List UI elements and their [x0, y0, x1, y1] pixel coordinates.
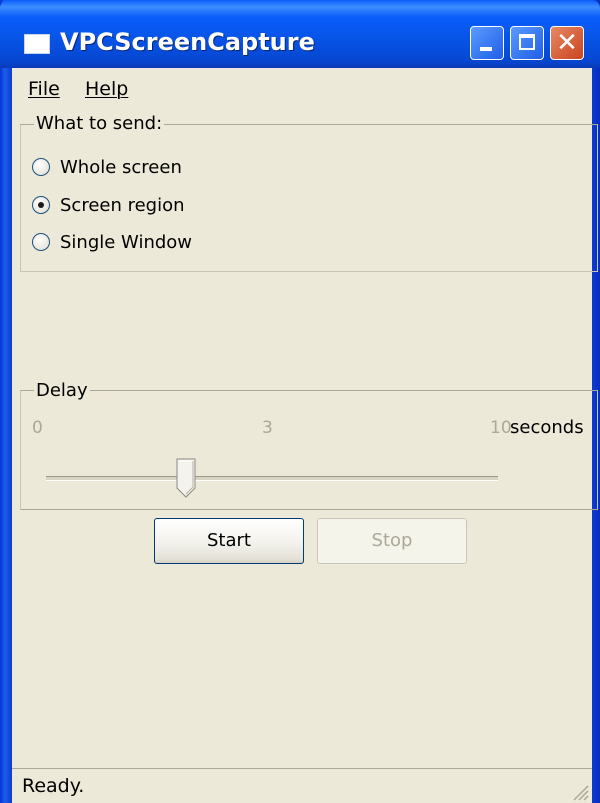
- delay-min-label: 0: [32, 418, 43, 438]
- delay-mid-label: 3: [262, 418, 273, 438]
- radio-whole-screen-label[interactable]: Whole screen: [60, 157, 182, 178]
- close-icon: ✕: [556, 28, 578, 58]
- maximize-icon: [519, 34, 535, 50]
- delay-slider-thumb[interactable]: [176, 458, 196, 498]
- status-text: Ready.: [22, 775, 85, 797]
- resize-grip-icon[interactable]: [568, 780, 590, 802]
- menu-file[interactable]: File: [28, 78, 60, 100]
- window-frame-left: [0, 0, 12, 803]
- delay-slider-track[interactable]: [46, 476, 498, 481]
- radio-single-window-label[interactable]: Single Window: [60, 232, 192, 253]
- delay-max-label: 10: [490, 418, 512, 438]
- minimize-icon: [480, 47, 492, 51]
- window-title: VPCScreenCapture: [60, 28, 315, 56]
- radio-single-window-indicator[interactable]: [32, 233, 50, 251]
- start-button[interactable]: Start: [154, 518, 304, 564]
- delay-group: [20, 390, 598, 510]
- radio-screen-region-label[interactable]: Screen region: [60, 195, 185, 216]
- radio-single-window[interactable]: Single Window: [32, 229, 192, 255]
- close-button[interactable]: ✕: [550, 26, 584, 60]
- stop-button[interactable]: Stop: [317, 518, 467, 564]
- radio-screen-region-indicator[interactable]: [32, 196, 50, 214]
- app-window: VPCScreenCapture ✕ File Help What to sen…: [0, 0, 600, 803]
- radio-screen-region[interactable]: Screen region: [32, 192, 185, 218]
- menu-help[interactable]: Help: [85, 78, 128, 100]
- radio-whole-screen-indicator[interactable]: [32, 158, 50, 176]
- delay-unit-label: seconds: [510, 417, 584, 438]
- status-bar: Ready.: [12, 768, 592, 803]
- app-icon: [24, 34, 50, 54]
- title-bar[interactable]: VPCScreenCapture ✕: [0, 0, 600, 68]
- delay-label: Delay: [34, 380, 90, 401]
- what-to-send-label: What to send:: [34, 113, 165, 134]
- menu-bar: File Help: [12, 70, 592, 110]
- minimize-button[interactable]: [470, 26, 504, 60]
- maximize-button[interactable]: [510, 26, 544, 60]
- radio-whole-screen[interactable]: Whole screen: [32, 154, 182, 180]
